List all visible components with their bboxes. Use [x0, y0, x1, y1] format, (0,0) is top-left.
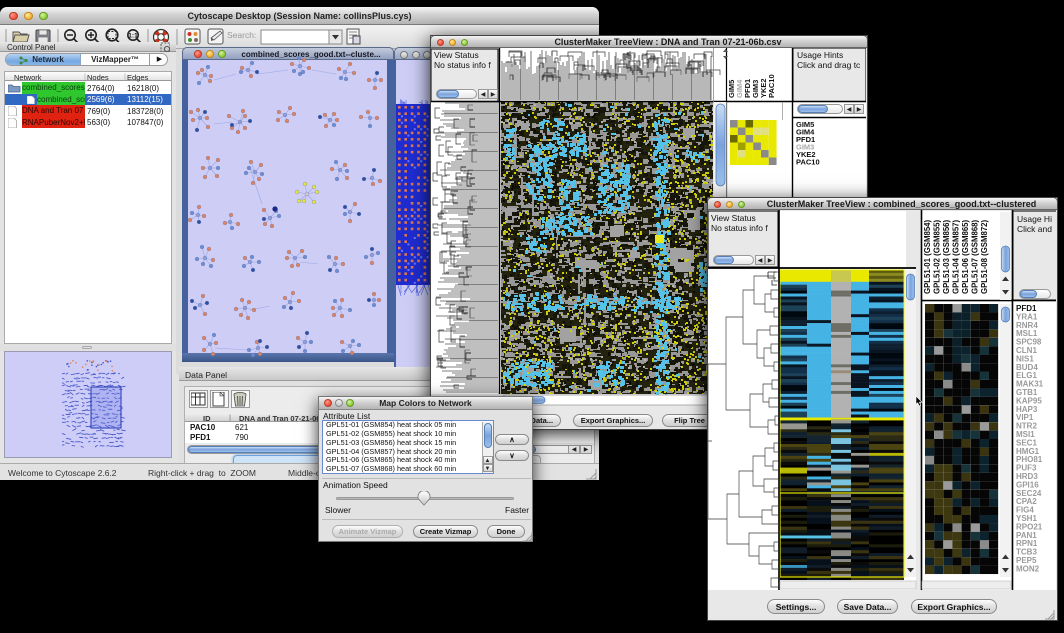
svg-text:Usage Hi: Usage Hi	[1017, 214, 1052, 224]
svg-text:GPL51-08 (GSM872): GPL51-08 (GSM872)	[980, 219, 989, 294]
svg-text:GPL51-06 (GSM865): GPL51-06 (GSM865)	[961, 219, 970, 294]
svg-text:GPL51-02 (GSM855): GPL51-02 (GSM855)	[933, 219, 942, 294]
svg-text:Usage Hints: Usage Hints	[797, 50, 843, 60]
svg-text:PAC10: PAC10	[767, 74, 776, 98]
svg-text:View Status: View Status	[434, 50, 479, 60]
svg-text:GPL51-07 (GSM868): GPL51-07 (GSM868)	[971, 219, 980, 294]
svg-text:GPL51-04 (GSM857): GPL51-04 (GSM857)	[952, 219, 961, 294]
svg-text:Click and: Click and	[1017, 224, 1052, 234]
svg-text:Search:: Search:	[227, 30, 256, 40]
svg-text:1:1: 1:1	[128, 33, 138, 40]
svg-text:No status info f: No status info f	[711, 223, 768, 233]
svg-text:GPL51-03 (GSM856): GPL51-03 (GSM856)	[942, 219, 951, 294]
svg-text:PAC10: PAC10	[796, 158, 820, 167]
svg-text:View Status: View Status	[711, 213, 756, 223]
svg-text:No status info f: No status info f	[434, 60, 491, 70]
svg-text:GPL51-01 (GSM854): GPL51-01 (GSM854)	[923, 219, 932, 294]
svg-text:MON2: MON2	[1016, 564, 1040, 573]
svg-text:Click and drag tc: Click and drag tc	[797, 60, 861, 70]
